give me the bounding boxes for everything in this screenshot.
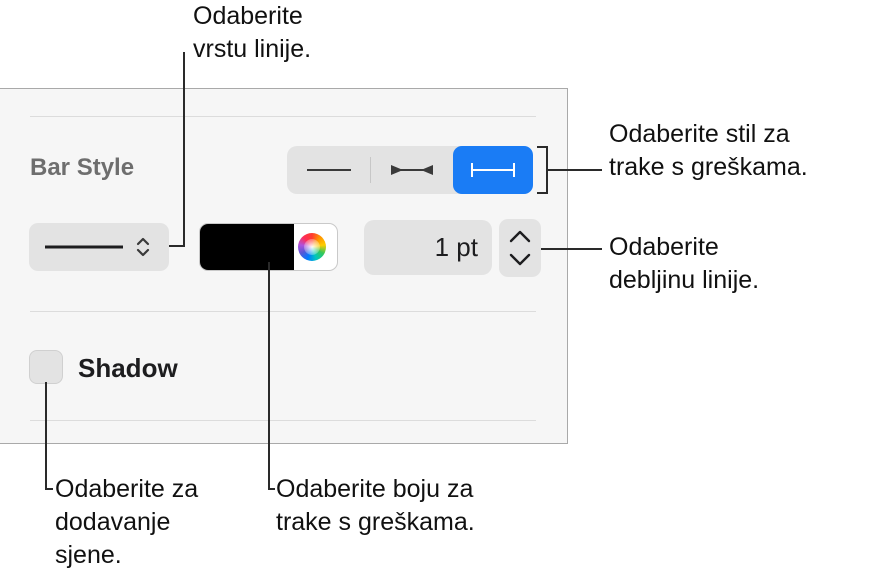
callout-text: Odaberite za: [55, 475, 199, 503]
bar-style-label: Bar Style: [30, 154, 135, 181]
line-type-popup[interactable]: [29, 223, 169, 271]
callout-text: dodavanje: [55, 508, 171, 536]
shadow-label: Shadow: [78, 353, 178, 383]
callout-line-type: Odaberite vrstu linije.: [193, 0, 311, 66]
callout-text: Odaberite: [193, 2, 303, 30]
callout-text: debljinu linije.: [609, 266, 760, 294]
callout-line: [541, 248, 602, 250]
callout-text: Odaberite stil za: [609, 120, 790, 148]
callout-line: [268, 262, 270, 490]
callout-text: Odaberite boju za: [276, 475, 474, 503]
callout-line: [183, 52, 185, 247]
color-wheel-icon[interactable]: [298, 233, 326, 261]
stepper-arrows-icon: [509, 230, 531, 266]
separator: [30, 116, 536, 117]
plain-line-icon: [306, 169, 351, 171]
separator: [30, 311, 536, 312]
arrow-line-icon: [391, 165, 433, 175]
callout-text: vrstu linije.: [193, 35, 312, 63]
callout-line: [268, 488, 275, 490]
callout-text: trake s greškama.: [609, 153, 808, 181]
shadow-checkbox[interactable]: [29, 350, 63, 384]
callout-text: Odaberite: [609, 233, 719, 261]
callout-color: Odaberite boju za trake s greškama.: [276, 473, 475, 539]
bar-style-plain-option[interactable]: [287, 146, 370, 194]
bar-style-segmented-control: [287, 146, 533, 194]
callout-text: trake s greškama.: [276, 508, 475, 536]
callout-line: [45, 488, 53, 490]
separator: [30, 420, 536, 421]
callout-line: [169, 245, 185, 247]
callout-line-thickness: Odaberite debljinu linije.: [609, 231, 759, 297]
color-swatch[interactable]: [200, 224, 294, 270]
bar-style-arrow-option[interactable]: [371, 146, 453, 194]
callout-line: [548, 169, 602, 171]
callout-shadow: Odaberite za dodavanje sjene.: [55, 473, 198, 572]
callout-bracket: [537, 192, 548, 194]
callout-text: sjene.: [55, 541, 122, 569]
bar-style-caps-option[interactable]: [453, 146, 533, 194]
solid-line-icon: [45, 245, 123, 249]
chevron-updown-icon: [136, 237, 150, 257]
callout-bar-style: Odaberite stil za trake s greškama.: [609, 118, 808, 184]
capped-line-icon: [471, 163, 515, 177]
callout-line: [45, 382, 47, 490]
line-thickness-field[interactable]: 1 pt: [364, 220, 492, 275]
line-thickness-stepper[interactable]: [499, 219, 541, 277]
